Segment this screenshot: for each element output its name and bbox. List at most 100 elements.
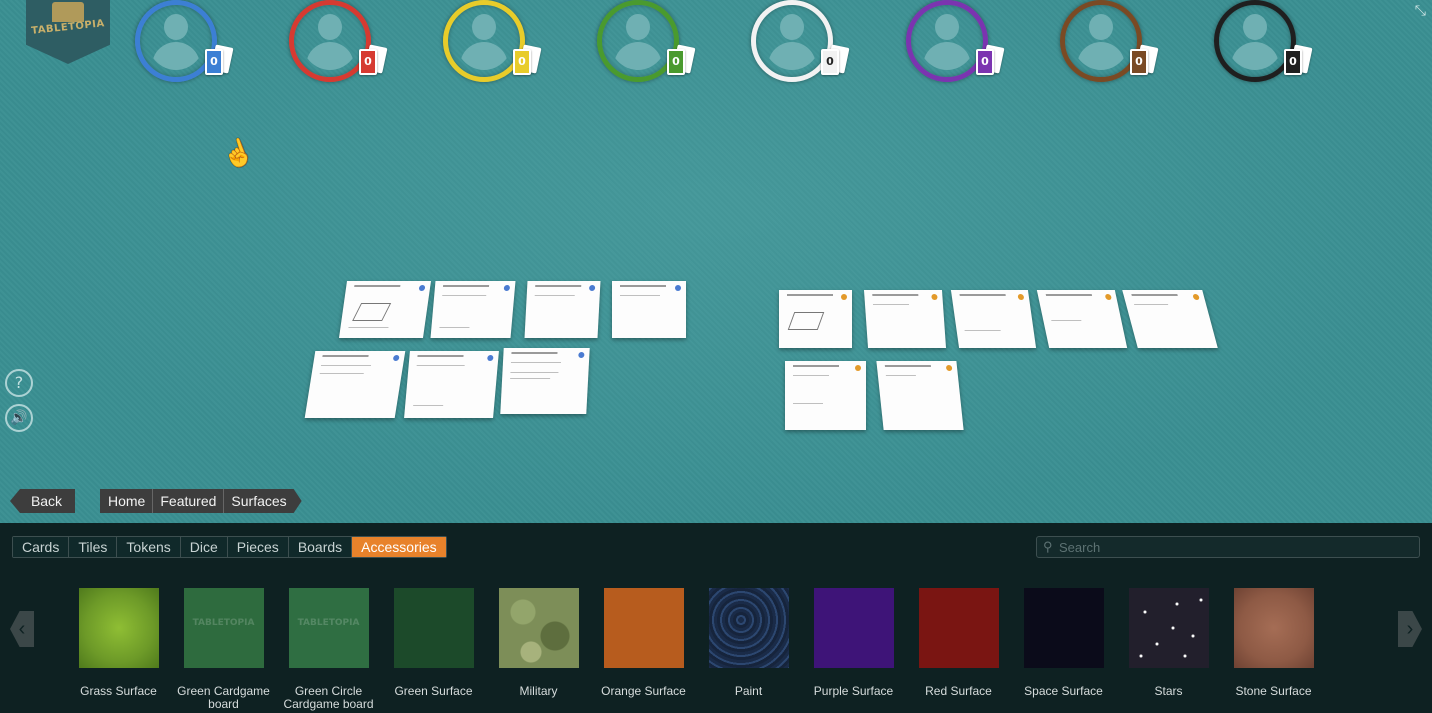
item-thumbnail	[393, 588, 474, 668]
tab-boards[interactable]: Boards	[287, 537, 352, 557]
item-label: Red Surface	[925, 684, 992, 698]
library-item[interactable]: Stone Surface	[1221, 588, 1326, 698]
table-card[interactable]	[1036, 290, 1128, 348]
tabletopia-logo[interactable]: TABLETOPIA	[26, 0, 110, 64]
tab-tokens[interactable]: Tokens	[116, 537, 180, 557]
item-thumbnail	[498, 588, 579, 668]
hand-count[interactable]: 0	[205, 44, 234, 76]
item-label: Grass Surface	[80, 684, 157, 698]
tab-dice[interactable]: Dice	[179, 537, 227, 557]
table-card[interactable]	[338, 281, 432, 338]
search-input[interactable]	[1059, 539, 1409, 555]
hand-count[interactable]: 0	[1130, 44, 1159, 76]
hand-count-value: 0	[976, 49, 994, 75]
search-box: ⚲	[1036, 536, 1420, 558]
hand-count[interactable]: 0	[1284, 44, 1313, 76]
table-card[interactable]	[304, 351, 406, 418]
table-card[interactable]	[950, 290, 1037, 348]
library-item[interactable]: Purple Surface	[801, 588, 906, 698]
table-card[interactable]	[430, 281, 516, 338]
player-seat-green[interactable]: 0	[597, 0, 707, 82]
category-tabs: Cards Tiles Tokens Dice Pieces Boards Ac…	[12, 536, 447, 558]
table-card[interactable]	[1122, 290, 1218, 348]
table-card[interactable]	[876, 361, 964, 430]
tab-cards[interactable]: Cards	[13, 537, 69, 557]
scroll-right-button[interactable]: ›	[1398, 611, 1422, 647]
object-library-panel: Cards Tiles Tokens Dice Pieces Boards Ac…	[0, 523, 1432, 713]
hand-count[interactable]: 0	[667, 44, 696, 76]
item-label: Paint	[734, 684, 763, 698]
search-icon: ⚲	[1043, 539, 1053, 554]
item-label: Military	[519, 684, 558, 698]
tab-accessories[interactable]: Accessories	[351, 537, 446, 557]
back-button[interactable]: Back	[10, 489, 75, 513]
navigation-bar: Back Home Featured Surfaces	[0, 489, 400, 513]
item-thumbnail	[1128, 588, 1209, 668]
breadcrumb-featured[interactable]: Featured	[152, 489, 223, 513]
hand-count-value: 0	[1130, 49, 1148, 75]
table-card[interactable]	[863, 290, 947, 348]
player-seat-black[interactable]: 0	[1214, 0, 1324, 82]
tab-pieces[interactable]: Pieces	[226, 537, 288, 557]
breadcrumb-surfaces[interactable]: Surfaces	[223, 489, 293, 513]
item-label: Stars	[1154, 684, 1183, 698]
avatar	[147, 8, 205, 70]
player-seat-blue[interactable]: 0	[135, 0, 245, 82]
player-seat-red[interactable]: 0	[289, 0, 399, 82]
library-item[interactable]: Orange Surface	[591, 588, 696, 698]
item-label: Orange Surface	[601, 684, 686, 698]
scroll-left-button[interactable]: ‹	[10, 611, 34, 647]
avatar	[1226, 8, 1284, 70]
avatar	[918, 8, 976, 70]
player-seat-yellow[interactable]: 0	[443, 0, 553, 82]
hand-count-value: 0	[1284, 49, 1302, 75]
fullscreen-icon[interactable]: ⤡	[1415, 2, 1426, 19]
breadcrumb: Home Featured Surfaces	[100, 489, 302, 513]
item-thumbnail	[813, 588, 894, 668]
item-thumbnail	[603, 588, 684, 668]
hand-count-value: 0	[513, 49, 531, 75]
library-item[interactable]: Red Surface	[906, 588, 1011, 698]
table-card[interactable]	[785, 361, 866, 430]
table-card[interactable]	[404, 351, 499, 418]
library-item[interactable]: TABLETOPIA Green Circle Cardgame board	[276, 588, 381, 711]
library-item[interactable]: Paint	[696, 588, 801, 698]
breadcrumb-home[interactable]: Home	[100, 489, 152, 513]
hand-count[interactable]: 0	[976, 44, 1005, 76]
watermark: TABLETOPIA	[297, 618, 360, 628]
sound-icon[interactable]: 🔊	[5, 404, 33, 432]
hand-count[interactable]: 0	[513, 44, 542, 76]
library-item[interactable]: TABLETOPIA Green Cardgame board	[171, 588, 276, 711]
player-seat-brown[interactable]: 0	[1060, 0, 1170, 82]
item-label: Stone Surface	[1235, 684, 1312, 698]
watermark: TABLETOPIA	[192, 618, 255, 628]
library-item[interactable]: Stars	[1116, 588, 1221, 698]
player-seat-white[interactable]: 0	[751, 0, 861, 82]
library-item[interactable]: Military	[486, 588, 591, 698]
item-label: Green Circle Cardgame board	[283, 684, 374, 711]
hand-count-value: 0	[205, 49, 223, 75]
item-thumbnail: TABLETOPIA	[183, 588, 264, 668]
table-card[interactable]	[779, 290, 852, 348]
tab-tiles[interactable]: Tiles	[68, 537, 117, 557]
game-table[interactable]: TABLETOPIA 0 0 0 0 0 0 0 0 ⤡ ☝ ? 🔊 Back …	[0, 0, 1432, 523]
table-card[interactable]	[612, 281, 686, 338]
item-label: Green Surface	[394, 684, 473, 698]
avatar	[609, 8, 667, 70]
library-item[interactable]: Space Surface	[1011, 588, 1116, 698]
avatar	[455, 8, 513, 70]
item-thumbnail	[78, 588, 159, 668]
item-thumbnail	[1233, 588, 1314, 668]
help-icon[interactable]: ?	[5, 369, 33, 397]
table-card[interactable]	[500, 348, 590, 414]
hand-count[interactable]: 0	[821, 44, 850, 76]
table-card[interactable]	[524, 281, 601, 338]
library-item[interactable]: Green Surface	[381, 588, 486, 698]
avatar	[301, 8, 359, 70]
library-item[interactable]: Grass Surface	[66, 588, 171, 698]
item-label: Purple Surface	[813, 684, 894, 698]
item-label: Green Cardgame board	[177, 684, 270, 711]
player-seat-purple[interactable]: 0	[906, 0, 1016, 82]
hand-count[interactable]: 0	[359, 44, 388, 76]
item-thumbnail	[708, 588, 789, 668]
